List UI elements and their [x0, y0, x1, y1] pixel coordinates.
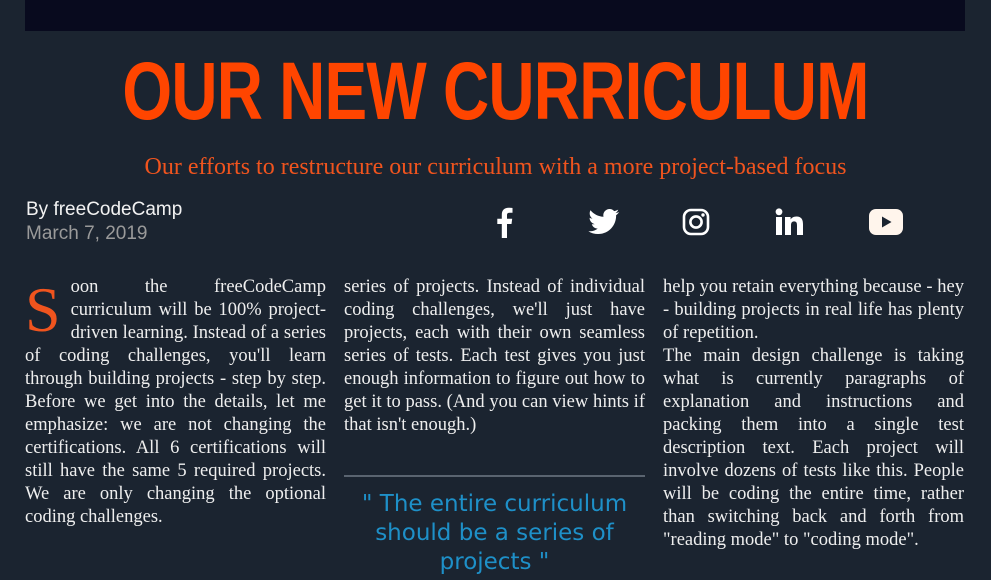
- quote-divider: [344, 475, 645, 477]
- twitter-link[interactable]: [584, 200, 624, 244]
- facebook-link[interactable]: [484, 200, 524, 244]
- drop-cap: S: [25, 274, 61, 345]
- author-name: By freeCodeCamp: [26, 199, 183, 220]
- article-body: Soon the freeCodeCamp curriculum will be…: [25, 276, 965, 580]
- pull-quote: " The entire curriculum should be a seri…: [361, 491, 628, 575]
- byline: By freeCodeCamp March 7, 2019: [26, 198, 182, 246]
- linkedin-link[interactable]: [769, 200, 809, 244]
- article-column-1: Soon the freeCodeCamp curriculum will be…: [25, 276, 326, 529]
- linkedin-icon: [775, 208, 803, 235]
- youtube-icon: [869, 209, 903, 235]
- page-subtitle: Our efforts to restructure our curriculu…: [144, 154, 847, 180]
- paragraph: The main design challenge is taking what…: [663, 346, 964, 550]
- instagram-icon: [682, 208, 710, 236]
- top-navbar: [25, 0, 965, 31]
- facebook-icon: [497, 207, 513, 238]
- paragraph: Soon the freeCodeCamp curriculum will be…: [25, 276, 326, 529]
- publish-date: March 7, 2019: [26, 223, 148, 244]
- paragraph-text: oon the freeCodeCamp curriculum will be …: [25, 277, 326, 527]
- paragraph: help you retain everything because - hey…: [663, 277, 964, 343]
- article-column-3: help you retain everything because - hey…: [663, 276, 964, 552]
- twitter-icon: [588, 209, 620, 234]
- article-column-2: series of projects. Instead of individua…: [344, 276, 645, 437]
- paragraph: series of projects. Instead of individua…: [344, 277, 645, 435]
- page-title: OUR NEW CURRICULUM: [122, 46, 869, 137]
- youtube-link[interactable]: [866, 200, 906, 244]
- instagram-link[interactable]: [676, 200, 716, 244]
